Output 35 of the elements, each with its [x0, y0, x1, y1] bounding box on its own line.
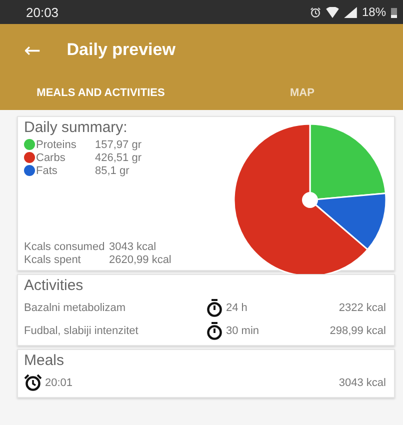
alarm-icon	[310, 6, 321, 18]
total-value: 3043 kcal	[109, 241, 156, 254]
card-title: Activities	[24, 277, 84, 294]
activity-kcal: 2322 kcal	[338, 302, 386, 314]
macro-name: Proteins	[36, 138, 78, 150]
alarm-clock-icon	[24, 374, 42, 391]
activity-duration: 24 h	[226, 302, 248, 314]
total-value: 2620,99 kcal	[109, 254, 172, 267]
stopwatch-icon	[206, 298, 223, 316]
activity-name: Fudbal, slabiji intenzitet	[24, 324, 140, 336]
meal-time: 20:01	[45, 376, 73, 388]
wifi-icon	[326, 6, 339, 18]
macro-amount: 85,1 gr	[95, 164, 130, 176]
activity-name: Bazalni metabolizam	[24, 302, 126, 314]
screen-title: Daily preview	[66, 40, 176, 60]
tab[interactable]: MAP	[202, 76, 403, 110]
total-label: Kcals spent	[24, 254, 82, 267]
activity-kcal: 298,99 kcal	[330, 324, 386, 336]
macro-amount: 157,97 gr	[95, 138, 142, 150]
macro-amount: 426,51 gr	[95, 152, 142, 164]
back-button[interactable]: ←	[24, 38, 41, 62]
macro-name: Carbs	[36, 152, 66, 164]
signal-icon	[344, 6, 357, 18]
stopwatch-icon	[206, 322, 223, 340]
pie-hole	[302, 192, 318, 208]
card-title: Meals	[24, 352, 66, 369]
macro-name: Fats	[36, 164, 58, 176]
activity-duration: 30 min	[226, 324, 260, 336]
tab[interactable]: MEALS AND ACTIVITIES	[0, 76, 202, 110]
meal-kcal: 3043 kcal	[338, 376, 386, 388]
card-title: Daily summary:	[24, 119, 128, 136]
battery-icon	[391, 6, 397, 18]
battery-level: 18%	[362, 5, 386, 19]
total-label: Kcals consumed	[24, 241, 106, 254]
status-time: 20:03	[26, 4, 59, 20]
